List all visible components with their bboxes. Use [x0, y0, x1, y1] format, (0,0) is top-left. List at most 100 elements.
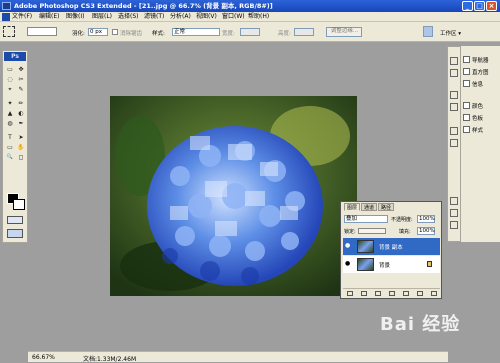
move-tool-icon[interactable]: ✥ [16, 65, 26, 74]
stamp-tool-icon[interactable]: ✏ [16, 99, 26, 108]
eye-icon[interactable]: ● [345, 243, 352, 249]
lock-label: 锁定: [344, 229, 356, 235]
lasso-tool-icon[interactable]: ◌ [5, 75, 15, 84]
tab-layers[interactable]: 图层 [344, 203, 361, 211]
app-menu-icon[interactable] [2, 13, 10, 21]
navigator-icon [463, 56, 470, 63]
menu-bar: 文件(F) 编辑(E) 图像(I) 图层(L) 选择(S) 滤镜(T) 分析(A… [0, 12, 500, 22]
background-color-swatch[interactable] [13, 199, 25, 210]
paths-panel-icon[interactable] [450, 221, 458, 229]
add-mask-icon[interactable] [375, 291, 381, 296]
panel-label: 信息 [472, 82, 484, 88]
shape-tool-icon[interactable]: ▭ [5, 143, 15, 152]
type-tool-icon[interactable]: T [5, 133, 15, 142]
feather-label: 羽化: [72, 31, 85, 37]
history-brush-icon[interactable]: ▲ [5, 109, 15, 118]
refine-edge-button[interactable]: 调整边缘... [326, 27, 362, 37]
layer-row[interactable]: ● 背景 [343, 256, 440, 273]
dodge-tool-icon[interactable]: ✒ [16, 119, 26, 128]
crop-tool-icon[interactable]: ✂ [16, 75, 26, 84]
height-input[interactable] [294, 28, 314, 36]
menu-layer[interactable]: 图层(L) [92, 13, 112, 21]
slice-tool-icon[interactable]: ⌖ [5, 85, 15, 94]
close-button[interactable]: × [486, 1, 497, 11]
width-label: 宽度: [222, 31, 235, 37]
menu-edit[interactable]: 编辑(E) [39, 13, 59, 21]
panel-label: 颜色 [472, 104, 484, 110]
actions-panel-icon[interactable] [450, 69, 458, 77]
menu-help[interactable]: 帮助(H) [248, 13, 269, 21]
menu-file[interactable]: 文件(F) [12, 13, 32, 21]
histogram-icon [463, 68, 470, 75]
healing-tool-icon[interactable]: ✎ [16, 85, 26, 94]
title-bar: Adobe Photoshop CS3 Extended - [21..jpg … [0, 0, 500, 12]
lock-icon [427, 261, 432, 267]
menu-image[interactable]: 图像(I) [66, 13, 84, 21]
panel-histogram[interactable]: 直方图 [463, 68, 499, 78]
layer-style-icon[interactable] [361, 291, 367, 296]
panel-info[interactable]: 信息 [463, 80, 499, 90]
eraser-tool-icon[interactable]: ◐ [16, 109, 26, 118]
panel-label: 色板 [472, 116, 484, 122]
antialias-checkbox[interactable] [112, 29, 118, 35]
history-panel-icon[interactable] [450, 57, 458, 65]
eye-icon[interactable]: ● [345, 261, 352, 267]
notes-tool-icon[interactable]: ◻ [16, 153, 26, 162]
marquee-tool-preset-icon[interactable] [3, 26, 15, 37]
feather-input[interactable]: 0 px [88, 28, 108, 36]
link-layers-icon[interactable] [347, 291, 353, 296]
layer-name: 背景 副本 [379, 245, 403, 251]
minimize-button[interactable]: _ [462, 1, 473, 11]
new-group-icon[interactable] [403, 291, 409, 296]
menu-analysis[interactable]: 分析(A) [170, 13, 191, 21]
menu-window[interactable]: 窗口(W) [222, 13, 245, 21]
photoshop-app-icon [2, 2, 11, 10]
delete-layer-icon[interactable] [431, 291, 437, 296]
panel-label: 样式 [472, 128, 484, 134]
layer-row[interactable]: ● 背景 副本 [343, 238, 440, 255]
width-input[interactable] [240, 28, 260, 36]
hand-tool-icon[interactable]: ✋ [16, 143, 26, 152]
menu-view[interactable]: 视图(V) [196, 13, 217, 21]
ps-logo: Ps [4, 52, 26, 61]
menu-select[interactable]: 选择(S) [118, 13, 139, 21]
layer-name: 背景 [379, 263, 391, 269]
height-label: 高度: [278, 31, 291, 37]
clone-source-panel-icon[interactable] [450, 103, 458, 111]
lock-icons[interactable] [358, 228, 386, 234]
selection-mode-icons[interactable] [27, 27, 57, 36]
new-layer-icon[interactable] [417, 291, 423, 296]
brush-tool-icon[interactable]: ✦ [5, 99, 15, 108]
path-select-icon[interactable]: ➤ [16, 133, 26, 142]
layer-thumbnail [357, 240, 374, 253]
panel-styles[interactable]: 样式 [463, 126, 499, 136]
opacity-input[interactable]: 100% [417, 215, 435, 223]
layers-panel: 图层 通道 路径 叠加 不透明度: 100% 锁定: 填充: 100% ● 背景… [340, 201, 442, 299]
blend-mode-select[interactable]: 叠加 [344, 215, 388, 223]
fill-input[interactable]: 100% [417, 227, 435, 235]
maximize-button[interactable]: □ [474, 1, 485, 11]
document-canvas[interactable] [110, 96, 357, 296]
menu-filter[interactable]: 滤镜(T) [144, 13, 164, 21]
zoom-readout[interactable]: 66.67% [32, 354, 55, 361]
quick-mask-icon[interactable] [7, 216, 23, 224]
paragraph-panel-icon[interactable] [450, 139, 458, 147]
tab-channels[interactable]: 通道 [361, 203, 378, 211]
panel-swatches[interactable]: 色板 [463, 114, 499, 124]
bridge-icon[interactable] [423, 26, 433, 37]
brushes-panel-icon[interactable] [450, 91, 458, 99]
gradient-tool-icon[interactable]: ◍ [5, 119, 15, 128]
channels-panel-icon[interactable] [450, 209, 458, 217]
layers-panel-icon[interactable] [450, 197, 458, 205]
screen-mode-icon[interactable] [7, 229, 23, 238]
panel-color[interactable]: 颜色 [463, 102, 499, 112]
panel-label: 导航器 [472, 58, 489, 64]
marquee-tool-icon[interactable]: ▭ [5, 65, 15, 74]
tab-paths[interactable]: 路径 [378, 203, 395, 211]
adjustment-layer-icon[interactable] [389, 291, 395, 296]
character-panel-icon[interactable] [450, 127, 458, 135]
panel-navigator[interactable]: 导航器 [463, 56, 499, 66]
workspace-button[interactable]: 工作区 ▾ [440, 29, 461, 37]
zoom-tool-icon[interactable]: 🔍 [5, 153, 15, 162]
style-select[interactable]: 正常 [172, 28, 220, 36]
